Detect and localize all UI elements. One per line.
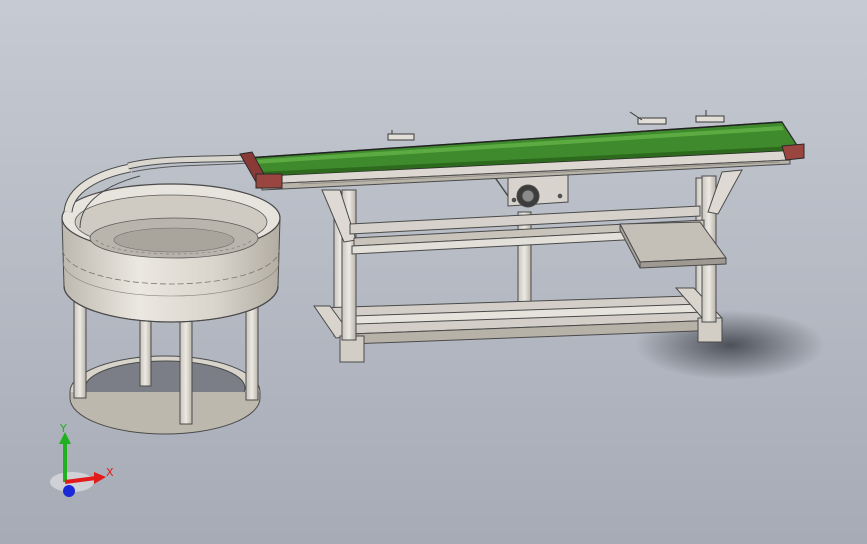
- x-axis-label: X: [106, 466, 114, 479]
- y-axis-label: Y: [59, 422, 67, 435]
- coordinate-triad: Y X: [40, 420, 130, 510]
- x-axis-arrow: [94, 472, 106, 484]
- triad-icon: Y X: [50, 422, 114, 497]
- cad-viewport[interactable]: Y X: [0, 0, 867, 544]
- bowl-discharge-chute: [127, 154, 249, 173]
- z-axis: [63, 485, 75, 497]
- assembly-model[interactable]: [0, 0, 867, 544]
- bowl-body: [61, 183, 281, 323]
- belt-conveyor[interactable]: [239, 110, 805, 363]
- bowl-feeder[interactable]: [61, 154, 281, 435]
